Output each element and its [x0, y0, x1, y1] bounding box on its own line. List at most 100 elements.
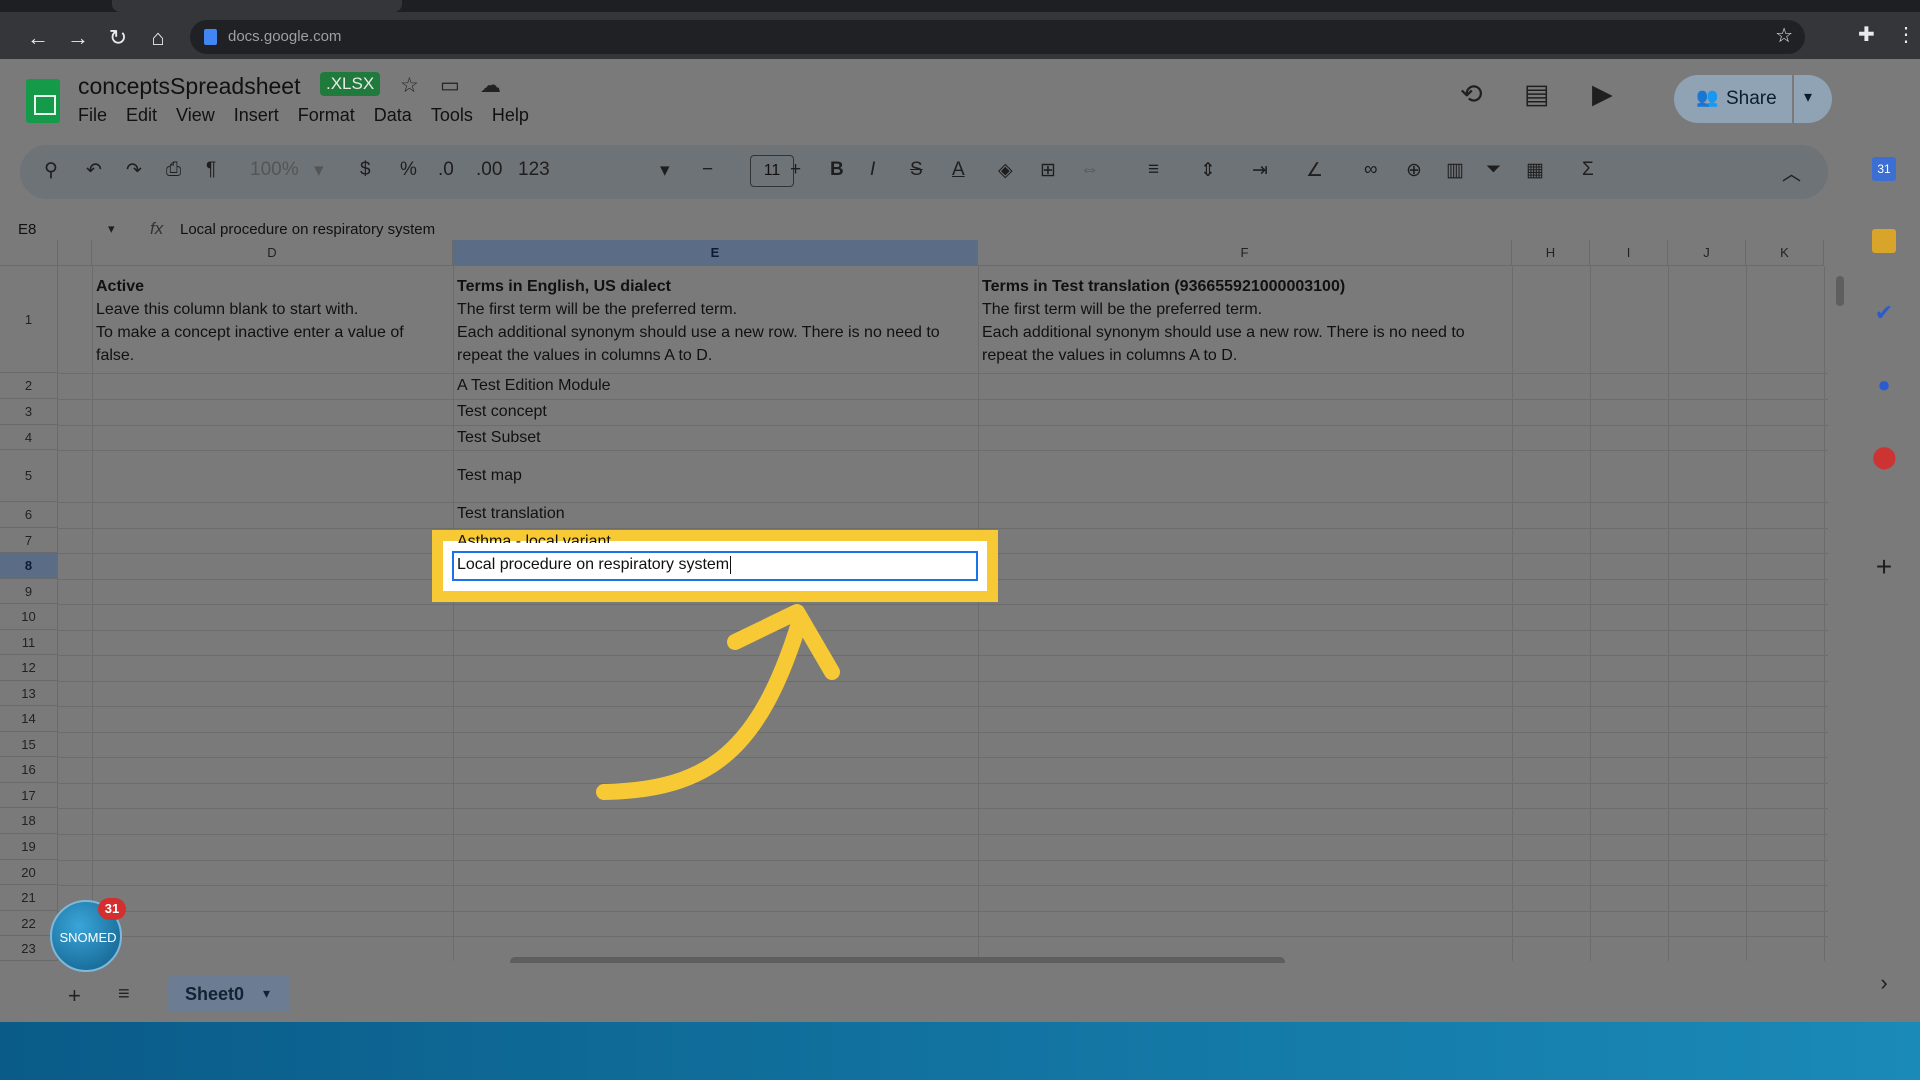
- version-history-icon[interactable]: ⟲: [1460, 79, 1483, 110]
- row-header-11[interactable]: 11: [0, 630, 58, 655]
- insert-comment-icon[interactable]: ⊕: [1406, 159, 1422, 182]
- bold-button[interactable]: B: [830, 159, 844, 181]
- share-button[interactable]: 👥 Share ▾: [1674, 75, 1832, 123]
- cell-e8-editor[interactable]: Local procedure on respiratory system: [452, 551, 978, 581]
- column-header-hidden[interactable]: [58, 240, 92, 266]
- cell-e7[interactable]: Asthma - local variant: [457, 531, 611, 543]
- row-header-13[interactable]: 13: [0, 681, 58, 706]
- contacts-icon[interactable]: ●: [1872, 373, 1896, 397]
- chevron-down-icon[interactable]: ▾: [263, 985, 270, 1002]
- currency-format-button[interactable]: $: [360, 159, 371, 181]
- percent-format-button[interactable]: %: [400, 159, 417, 181]
- cell-e2[interactable]: A Test Edition Module: [457, 374, 611, 397]
- row-header-7[interactable]: 7: [0, 528, 58, 553]
- row-header-5[interactable]: 5: [0, 450, 58, 502]
- paint-format-icon[interactable]: ¶: [206, 159, 216, 181]
- menu-tools[interactable]: Tools: [431, 105, 473, 126]
- row-header-8[interactable]: 8: [0, 553, 58, 579]
- forward-icon[interactable]: →: [64, 24, 92, 52]
- all-sheets-icon[interactable]: ≡: [118, 983, 130, 1006]
- insert-link-icon[interactable]: ∞: [1364, 159, 1378, 181]
- collapse-toolbar-icon[interactable]: ︿: [1782, 159, 1801, 186]
- cell-e1[interactable]: Terms in English, US dialect The first t…: [457, 275, 940, 367]
- sheets-logo-icon[interactable]: [26, 79, 60, 123]
- column-header-h[interactable]: H: [1512, 240, 1590, 266]
- chevron-down-icon[interactable]: ▾: [1804, 87, 1812, 107]
- text-rotation-icon[interactable]: ∠: [1306, 159, 1323, 182]
- text-wrap-icon[interactable]: ⇥: [1252, 159, 1268, 182]
- cell-f1[interactable]: Terms in Test translation (9366559210000…: [982, 275, 1465, 367]
- meet-icon[interactable]: ▶: [1592, 79, 1613, 110]
- fill-color-icon[interactable]: ◈: [998, 159, 1013, 182]
- vertical-align-icon[interactable]: ⇕: [1200, 159, 1216, 182]
- borders-icon[interactable]: ⊞: [1040, 159, 1056, 182]
- home-icon[interactable]: ⌂: [144, 24, 172, 52]
- cell-d1[interactable]: Active Leave this column blank to start …: [96, 275, 404, 367]
- font-size-decrease-icon[interactable]: −: [702, 159, 713, 181]
- menu-view[interactable]: View: [176, 105, 215, 126]
- menu-edit[interactable]: Edit: [126, 105, 157, 126]
- row-header-20[interactable]: 20: [0, 860, 58, 885]
- row-header-21[interactable]: 21: [0, 885, 58, 911]
- search-icon[interactable]: ⚲: [44, 159, 58, 182]
- maps-icon[interactable]: ⬤: [1872, 445, 1897, 469]
- cell-e6[interactable]: Test translation: [457, 502, 565, 525]
- star-icon[interactable]: ☆: [400, 73, 419, 98]
- cell-e4[interactable]: Test Subset: [457, 426, 541, 449]
- number-format-button[interactable]: 123: [518, 159, 550, 181]
- menu-file[interactable]: File: [78, 105, 107, 126]
- column-header-i[interactable]: I: [1590, 240, 1668, 266]
- font-size-input[interactable]: 11: [750, 155, 794, 187]
- comments-icon[interactable]: ▤: [1524, 79, 1550, 110]
- undo-icon[interactable]: ↶: [86, 159, 102, 182]
- move-folder-icon[interactable]: ▭: [440, 73, 460, 98]
- column-header-j[interactable]: J: [1668, 240, 1746, 266]
- zoom-select[interactable]: 100%: [250, 159, 299, 181]
- browser-menu-icon[interactable]: ⋮: [1896, 22, 1916, 47]
- strikethrough-button[interactable]: S: [910, 159, 923, 181]
- collapse-side-panel-icon[interactable]: ›: [1872, 971, 1896, 995]
- row-header-4[interactable]: 4: [0, 425, 58, 450]
- reload-icon[interactable]: ↻: [104, 24, 132, 52]
- cloud-status-icon[interactable]: ☁: [480, 73, 501, 98]
- row-header-3[interactable]: 3: [0, 399, 58, 425]
- tasks-icon[interactable]: ✔: [1872, 301, 1896, 325]
- horizontal-align-icon[interactable]: ≡: [1148, 159, 1159, 181]
- merge-cells-icon[interactable]: ⇔: [1080, 159, 1099, 181]
- row-header-19[interactable]: 19: [0, 834, 58, 860]
- row-header-9[interactable]: 9: [0, 579, 58, 604]
- column-header-e[interactable]: E: [453, 240, 978, 266]
- back-icon[interactable]: ←: [24, 24, 52, 52]
- address-bar[interactable]: docs.google.com ☆: [190, 20, 1805, 54]
- row-header-10[interactable]: 10: [0, 604, 58, 630]
- menu-help[interactable]: Help: [492, 105, 529, 126]
- menu-data[interactable]: Data: [374, 105, 412, 126]
- italic-button[interactable]: I: [870, 159, 875, 181]
- menu-insert[interactable]: Insert: [234, 105, 279, 126]
- extensions-icon[interactable]: ✚: [1858, 22, 1875, 47]
- add-sheet-icon[interactable]: +: [68, 983, 81, 1009]
- redo-icon[interactable]: ↷: [126, 159, 142, 182]
- text-color-button[interactable]: A: [952, 159, 965, 181]
- name-box-chevron-icon[interactable]: ▾: [108, 221, 115, 237]
- active-browser-tab[interactable]: [112, 0, 402, 12]
- row-header-18[interactable]: 18: [0, 808, 58, 834]
- select-all-corner[interactable]: [0, 240, 58, 266]
- document-title[interactable]: conceptsSpreadsheet: [78, 73, 301, 100]
- row-header-6[interactable]: 6: [0, 502, 58, 528]
- row-header-14[interactable]: 14: [0, 706, 58, 732]
- filter-icon[interactable]: ⏷: [1486, 159, 1501, 181]
- filter-views-icon[interactable]: ▦: [1526, 159, 1544, 182]
- row-header-17[interactable]: 17: [0, 783, 58, 808]
- menu-format[interactable]: Format: [298, 105, 355, 126]
- row-header-15[interactable]: 15: [0, 732, 58, 757]
- name-box[interactable]: E8: [18, 221, 36, 238]
- print-icon[interactable]: ⎙: [166, 159, 181, 181]
- vertical-scrollbar[interactable]: [1836, 276, 1844, 306]
- row-header-12[interactable]: 12: [0, 655, 58, 681]
- font-chevron-icon[interactable]: ▾: [660, 159, 670, 182]
- sheet-tab-sheet0[interactable]: Sheet0 ▾: [168, 976, 290, 1012]
- increase-decimal-button[interactable]: .00: [476, 159, 502, 181]
- zoom-chevron-icon[interactable]: ▾: [314, 159, 324, 182]
- formula-input[interactable]: Local procedure on respiratory system: [180, 221, 435, 238]
